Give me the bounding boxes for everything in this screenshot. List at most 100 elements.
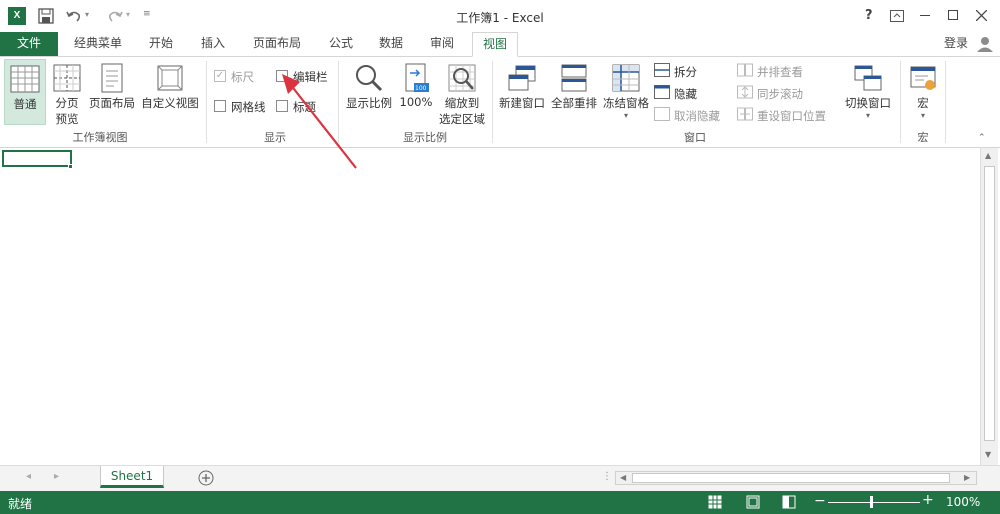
tab-page-layout[interactable]: 页面布局 — [246, 32, 308, 56]
zoom-to-selection-button[interactable]: 缩放到 选定区域 — [436, 59, 488, 126]
undo-dropdown-icon[interactable]: ▾ — [85, 10, 89, 19]
scroll-up-icon[interactable]: ▲ — [985, 151, 991, 160]
freeze-dropdown-icon: ▾ — [623, 111, 628, 120]
login-link[interactable]: 登录 — [938, 32, 974, 56]
minimize-button[interactable] — [920, 15, 930, 16]
gridlines-checkbox[interactable] — [214, 100, 226, 112]
status-bar: 就绪 − + 100% — [0, 491, 1000, 514]
zoom-slider[interactable] — [828, 502, 920, 503]
normal-view-status-icon[interactable] — [708, 495, 722, 509]
tab-formulas[interactable]: 公式 — [320, 32, 362, 56]
macros-button[interactable]: 宏 ▾ — [904, 59, 942, 125]
side-by-side-icon — [737, 63, 753, 77]
switch-dropdown-icon: ▾ — [865, 111, 870, 120]
split-label: 拆分 — [674, 65, 697, 79]
arrange-all-button[interactable]: 全部重排 — [549, 59, 599, 125]
hide-label: 隐藏 — [674, 87, 697, 101]
hscroll-split[interactable]: ⋮ — [602, 471, 612, 482]
split-icon — [654, 63, 670, 77]
customize-qat-icon[interactable]: ≡ — [143, 9, 151, 19]
ribbon-tabs: 文件 经典菜单 开始 插入 页面布局 公式 数据 审阅 视图 登录 — [0, 32, 1000, 57]
user-icon[interactable] — [976, 36, 994, 52]
worksheet-grid[interactable] — [0, 148, 1000, 465]
freeze-panes-label: 冻结窗格 — [603, 96, 649, 110]
fill-handle[interactable] — [68, 164, 73, 169]
collapse-ribbon-icon[interactable]: ⌃ — [978, 133, 986, 143]
excel-logo-icon: X — [8, 7, 26, 25]
add-sheet-icon[interactable] — [198, 470, 214, 486]
zoom-in-button[interactable]: + — [922, 492, 934, 508]
split-button[interactable]: 拆分 — [654, 61, 734, 81]
annotation-arrow — [282, 74, 357, 169]
zoom-100-button[interactable]: 100 100% — [398, 59, 434, 125]
zoom-100-label: 100% — [399, 95, 433, 109]
sheet-tab-sheet1[interactable]: Sheet1 — [100, 466, 164, 488]
page-layout-status-icon[interactable] — [746, 495, 760, 509]
group-workbook-views: 工作簿视图 — [72, 131, 128, 144]
tab-file[interactable]: 文件 — [0, 32, 58, 56]
custom-views-label: 自定义视图 — [141, 96, 199, 110]
freeze-panes-button[interactable]: 冻结窗格 ▾ — [600, 59, 652, 125]
title-bar: X ▾ ▾ ≡ 工作簿1 - Excel ? — [0, 0, 1000, 32]
normal-view-button[interactable]: 普通 — [4, 59, 46, 125]
ruler-checkbox[interactable]: ✓ — [214, 70, 226, 82]
horizontal-scrollbar[interactable]: ◀ ▶ — [615, 471, 977, 485]
zoom-level[interactable]: 100% — [946, 495, 980, 509]
zoom-100-icon: 100 — [405, 63, 429, 92]
custom-views-icon — [157, 65, 183, 91]
sheet-tab-bar: ◂ ▸ Sheet1 ⋮ ◀ ▶ — [0, 465, 1000, 491]
hide-icon — [654, 85, 670, 99]
group-separator — [945, 61, 946, 143]
scroll-thumb[interactable] — [984, 166, 995, 441]
arrange-all-label: 全部重排 — [551, 96, 597, 110]
unhide-button[interactable]: 取消隐藏 — [654, 105, 734, 125]
gridlines-label: 网格线 — [231, 100, 266, 114]
tab-home[interactable]: 开始 — [140, 32, 182, 56]
tab-insert[interactable]: 插入 — [192, 32, 234, 56]
tab-view[interactable]: 视图 — [472, 32, 518, 57]
undo-icon[interactable] — [66, 9, 82, 23]
sync-scroll-icon — [737, 85, 753, 99]
tab-classic-menu[interactable]: 经典菜单 — [66, 32, 130, 56]
macros-dropdown-icon: ▾ — [920, 111, 925, 120]
reset-window-position-button[interactable]: 重设窗口位置 — [737, 105, 837, 125]
group-macros: 宏 — [917, 131, 929, 144]
tab-data[interactable]: 数据 — [370, 32, 412, 56]
arrange-all-icon — [561, 64, 587, 92]
next-sheet-icon[interactable]: ▸ — [54, 471, 59, 482]
vertical-scrollbar[interactable]: ▲ ▼ — [980, 148, 998, 465]
switch-windows-icon — [854, 65, 882, 91]
hscroll-left-icon[interactable]: ◀ — [620, 473, 626, 482]
new-window-icon — [508, 65, 536, 91]
side-by-side-label: 并排查看 — [757, 65, 803, 79]
zoom-slider-thumb[interactable] — [870, 496, 873, 508]
help-button[interactable]: ? — [865, 8, 873, 23]
page-break-icon — [53, 64, 81, 92]
hscroll-right-icon[interactable]: ▶ — [964, 473, 970, 482]
save-icon[interactable] — [38, 8, 54, 24]
page-layout-label: 页面布局 — [89, 96, 135, 110]
page-break-label-1: 分页 — [55, 96, 79, 110]
active-cell[interactable] — [2, 150, 72, 167]
close-button[interactable] — [976, 10, 987, 21]
sync-scroll-button[interactable]: 同步滚动 — [737, 83, 832, 103]
zoom-out-button[interactable]: − — [814, 493, 826, 509]
page-layout-view-button[interactable]: 页面布局 — [88, 59, 136, 125]
view-side-by-side-button[interactable]: 并排查看 — [737, 61, 832, 81]
macros-icon — [910, 66, 936, 90]
redo-dropdown-icon[interactable]: ▾ — [126, 10, 130, 19]
hscroll-thumb[interactable] — [632, 473, 950, 483]
switch-windows-label: 切换窗口 — [845, 96, 891, 110]
scroll-down-icon[interactable]: ▼ — [985, 450, 991, 459]
ribbon-display-options-icon[interactable] — [890, 10, 904, 22]
page-break-preview-button[interactable]: 分页 预览 — [48, 59, 86, 126]
custom-views-button[interactable]: 自定义视图 — [139, 59, 201, 125]
new-window-button[interactable]: 新建窗口 — [496, 59, 548, 125]
tab-review[interactable]: 审阅 — [421, 32, 463, 56]
hide-button[interactable]: 隐藏 — [654, 83, 734, 103]
prev-sheet-icon[interactable]: ◂ — [26, 471, 31, 482]
switch-windows-button[interactable]: 切换窗口 ▾ — [842, 59, 894, 125]
redo-icon[interactable] — [107, 9, 123, 23]
maximize-button[interactable] — [948, 10, 958, 20]
page-break-status-icon[interactable] — [782, 495, 796, 509]
